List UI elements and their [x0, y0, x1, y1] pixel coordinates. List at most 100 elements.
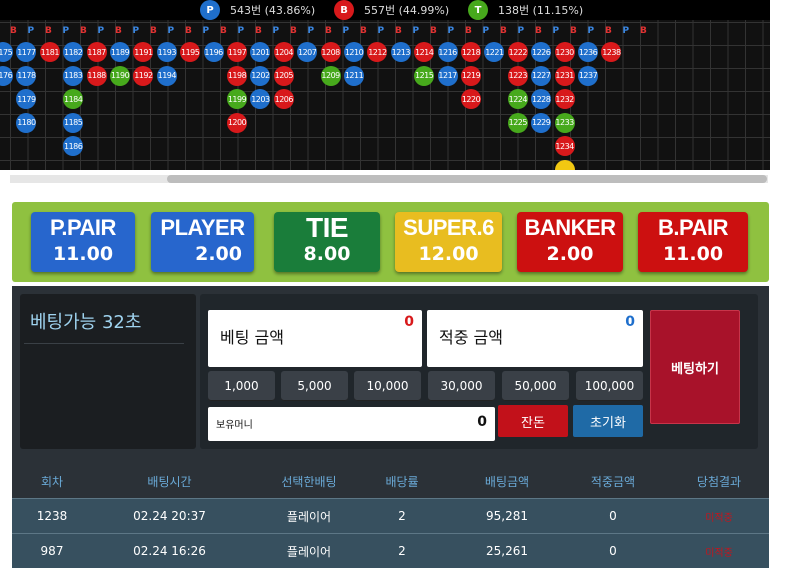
road-header-letter: P: [97, 26, 105, 36]
road-header-letter: B: [150, 26, 157, 36]
bead-marker: 1193: [156, 42, 177, 62]
road-header-letter: P: [552, 26, 560, 36]
place-bet-button[interactable]: 베팅하기: [650, 310, 740, 424]
bead-marker: 1215: [414, 65, 435, 86]
win-amount-cell: 0: [609, 509, 617, 523]
road-horizontal-scrollbar[interactable]: [0, 170, 770, 188]
bead-marker: 1202: [250, 65, 271, 86]
bead-marker: 1234: [554, 136, 575, 156]
bead-marker: 1213: [390, 42, 411, 62]
bead-marker: 1211: [344, 65, 364, 86]
bead-marker: 1183: [63, 65, 84, 86]
bet-name: BANKER: [524, 215, 616, 240]
bead-marker: 1230: [554, 42, 575, 62]
balance-field: 보유머니 0: [208, 407, 495, 441]
table-row: 1238 02.24 20:37 플레이어 2 95,281 0 미적중: [12, 498, 769, 533]
bead-marker: 1198: [227, 65, 247, 86]
tie-icon: T: [468, 0, 488, 20]
odds-cell: 2: [398, 509, 406, 523]
bead-marker: 1219: [461, 65, 481, 86]
road-header-letter: P: [447, 26, 455, 36]
road-side-gutter: [770, 0, 800, 200]
bet-odds: 2.00: [195, 243, 242, 265]
banker-stat: B 557번 (44.99%): [334, 0, 449, 20]
bead-marker: 1195: [180, 42, 201, 62]
player-stat-text: 543번 (43.86%): [230, 4, 316, 17]
balance-label: 보유머니: [216, 420, 253, 431]
bead-marker: 1217: [437, 65, 458, 86]
bead-marker: 1231: [554, 65, 575, 86]
bead-marker: 1187: [86, 42, 107, 62]
bet-banker-pair-button[interactable]: B.PAIR 11.00: [638, 212, 748, 272]
bead-marker: 1188: [86, 65, 107, 86]
road-header-letter: B: [465, 26, 472, 36]
selection-cell: 플레이어: [286, 544, 332, 559]
bead-marker: 1226: [531, 42, 552, 62]
balance-value: 0: [477, 414, 487, 430]
bet-tie-button[interactable]: TIE 8.00: [274, 212, 380, 272]
bead-marker: 1185: [63, 112, 84, 133]
road-header-letter: B: [220, 26, 227, 36]
bead-marker: 1175: [0, 42, 13, 62]
odds-cell: 2: [398, 544, 406, 558]
bead-marker: 1221: [484, 42, 505, 62]
time-cell: 02.24 20:37: [133, 509, 206, 523]
round-cell: 987: [40, 544, 64, 558]
result-cell: 미적중: [705, 512, 733, 524]
road-header-letter: P: [517, 26, 525, 36]
baccarat-betting-page: P 543번 (43.86%) B 557번 (44.99%) T 138번 (…: [0, 0, 800, 572]
bet-name: P.PAIR: [50, 215, 116, 240]
road-header-letter: P: [412, 26, 420, 36]
col-selected-bet: 선택한배팅: [281, 474, 337, 489]
road-header-letter: B: [185, 26, 192, 36]
reset-button[interactable]: 초기화: [573, 405, 643, 437]
bead-marker: 1214: [414, 42, 435, 62]
bead-marker: 1225: [507, 112, 528, 133]
road-header-letter: P: [132, 26, 140, 36]
bet-super6-button[interactable]: SUPER.6 12.00: [395, 212, 502, 272]
road-header-letter: B: [535, 26, 542, 36]
chip-100000-button[interactable]: 100,000: [576, 371, 643, 401]
bead-marker: 1203: [250, 89, 271, 109]
bead-marker: 1238: [601, 42, 622, 62]
scrollbar-thumb[interactable]: [167, 175, 767, 183]
bet-odds: 11.00: [662, 243, 724, 265]
road-header-letter: B: [430, 26, 437, 36]
road-header-letter: P: [587, 26, 595, 36]
bet-amount-cell: 95,281: [486, 509, 528, 523]
change-button[interactable]: 잔돈: [498, 405, 568, 437]
bet-player-button[interactable]: PLAYER 2.00: [151, 212, 254, 272]
chip-1000-button[interactable]: 1,000: [208, 371, 275, 401]
chip-10000-button[interactable]: 10,000: [354, 371, 421, 401]
col-result: 당첨결과: [696, 474, 742, 489]
road-header-letter: P: [167, 26, 175, 36]
betting-timer: 베팅가능 32초: [20, 294, 196, 449]
bet-history-table: 회차 배팅시간 선택한배팅 배당률 배팅금액 적중금액 당첨결과 1238 02…: [12, 464, 769, 572]
bet-amount-value: 0: [404, 314, 414, 330]
col-odds: 배당률: [385, 474, 419, 489]
road-header-letter: P: [272, 26, 280, 36]
bet-amount-label: 베팅 금액: [220, 328, 284, 347]
road-header-letter: P: [62, 26, 70, 36]
banker-icon: B: [334, 0, 354, 20]
bet-amount-field[interactable]: 베팅 금액 0: [208, 310, 422, 367]
bead-marker: 1232: [554, 89, 575, 109]
col-win-amount: 적중금액: [590, 474, 636, 489]
bead-marker: 1201: [250, 42, 271, 62]
chip-30000-button[interactable]: 30,000: [428, 371, 495, 401]
bet-name: TIE: [305, 212, 349, 243]
result-stats-bar: P 543번 (43.86%) B 557번 (44.99%) T 138번 (…: [0, 0, 770, 20]
bet-odds: 11.00: [52, 243, 114, 265]
bead-marker: 1216: [437, 42, 458, 62]
chip-50000-button[interactable]: 50,000: [502, 371, 569, 401]
chip-5000-button[interactable]: 5,000: [281, 371, 348, 401]
bet-player-pair-button[interactable]: P.PAIR 11.00: [31, 212, 135, 272]
road-header-letter: P: [342, 26, 350, 36]
bead-marker: 1208: [320, 42, 341, 62]
road-header-row: BPBPBPBPBPBPBPBPBPBPBPBPBPBPBPBPBPBPB: [0, 22, 770, 42]
banker-stat-text: 557번 (44.99%): [364, 4, 450, 17]
bet-banker-button[interactable]: BANKER 2.00: [517, 212, 623, 272]
bead-marker: 1190: [110, 65, 130, 86]
bet-amount-cell: 25,261: [486, 544, 528, 558]
win-amount-value: 0: [625, 314, 635, 330]
